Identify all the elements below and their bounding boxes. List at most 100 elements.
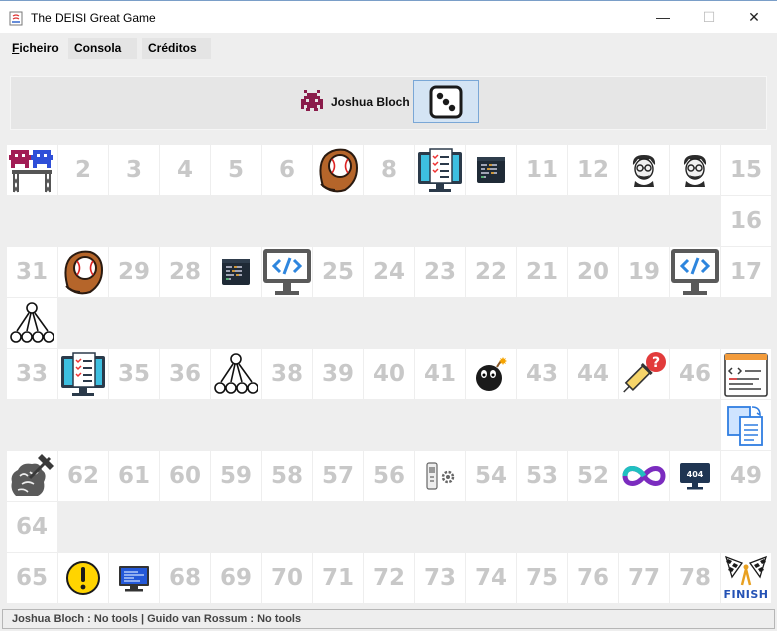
board-cell-63[interactable] [7, 451, 57, 501]
board-cell-5[interactable]: 5 [211, 145, 261, 195]
cell-number: 78 [678, 565, 711, 591]
board-cell-73[interactable]: 73 [415, 553, 465, 603]
cell-number: 52 [576, 463, 609, 489]
board-cell-60[interactable]: 60 [160, 451, 210, 501]
board-cell-61[interactable]: 61 [109, 451, 159, 501]
board-cell-42[interactable] [466, 349, 516, 399]
dice-icon [429, 85, 463, 118]
board-cell-39[interactable]: 39 [313, 349, 363, 399]
board-cell-56[interactable]: 56 [364, 451, 414, 501]
board-cell-18[interactable] [670, 247, 720, 297]
menu-creditos[interactable]: Créditos [142, 38, 211, 59]
board-cell-15[interactable]: 15 [721, 145, 771, 195]
board-cell-26[interactable] [262, 247, 312, 297]
board-cell-21[interactable]: 21 [517, 247, 567, 297]
board-cell-35[interactable]: 35 [109, 349, 159, 399]
cell-number: 54 [474, 463, 507, 489]
minimize-button[interactable]: — [640, 1, 686, 33]
board-cell-53[interactable]: 53 [517, 451, 567, 501]
board-cell-74[interactable]: 74 [466, 553, 516, 603]
board-cell-69[interactable]: 69 [211, 553, 261, 603]
board-cell-68[interactable]: 68 [160, 553, 210, 603]
board-cell-1[interactable] [7, 145, 57, 195]
board-cell-23[interactable]: 23 [415, 247, 465, 297]
board-cell-46[interactable]: 46 [670, 349, 720, 399]
board-cell-16[interactable]: 16 [721, 196, 771, 246]
board-cell-13[interactable] [619, 145, 669, 195]
board-cell-30[interactable] [58, 247, 108, 297]
code-document-icon [723, 350, 769, 398]
board-cell-44[interactable]: 44 [568, 349, 618, 399]
board-cell-45[interactable]: ? [619, 349, 669, 399]
board-cell-67[interactable] [109, 553, 159, 603]
board-cell-22[interactable]: 22 [466, 247, 516, 297]
board-cell-4[interactable]: 4 [160, 145, 210, 195]
board-cell-14[interactable] [670, 145, 720, 195]
board-cell-12[interactable]: 12 [568, 145, 618, 195]
board-cell-38[interactable]: 38 [262, 349, 312, 399]
board-cell-71[interactable]: 71 [313, 553, 363, 603]
board-cell-8[interactable]: 8 [364, 145, 414, 195]
cell-number: 11 [525, 157, 558, 183]
board-cell-47[interactable] [721, 349, 771, 399]
board-cell-59[interactable]: 59 [211, 451, 261, 501]
cell-number: 76 [576, 565, 609, 591]
board-cell-37[interactable] [211, 349, 261, 399]
board-cell-19[interactable]: 19 [619, 247, 669, 297]
roll-dice-button[interactable] [413, 80, 479, 123]
board-cell-41[interactable]: 41 [415, 349, 465, 399]
board-cell-40[interactable]: 40 [364, 349, 414, 399]
board-cell-11[interactable]: 11 [517, 145, 567, 195]
board-cell-36[interactable]: 36 [160, 349, 210, 399]
menu-ficheiro[interactable]: Ficheiro [6, 38, 65, 59]
board-cell-48[interactable] [721, 400, 771, 450]
board-cell-33[interactable]: 33 [7, 349, 57, 399]
board-cell-75[interactable]: 75 [517, 553, 567, 603]
board-cell-54[interactable]: 54 [466, 451, 516, 501]
cell-number: 73 [423, 565, 456, 591]
board-cell-52[interactable]: 52 [568, 451, 618, 501]
board-cell-62[interactable]: 62 [58, 451, 108, 501]
board-cell-24[interactable]: 24 [364, 247, 414, 297]
board-cell-51[interactable] [619, 451, 669, 501]
board-cell-27[interactable] [211, 247, 261, 297]
menu-bar: Ficheiro Consola Créditos [0, 33, 777, 64]
board-cell-34[interactable] [58, 349, 108, 399]
board-cell-77[interactable]: 77 [619, 553, 669, 603]
board-cell-28[interactable]: 28 [160, 247, 210, 297]
board-cell-58[interactable]: 58 [262, 451, 312, 501]
board-cell-76[interactable]: 76 [568, 553, 618, 603]
board-cell-57[interactable]: 57 [313, 451, 363, 501]
board-cell-3[interactable]: 3 [109, 145, 159, 195]
board-cell-9[interactable] [415, 145, 465, 195]
board-cell-78[interactable]: 78 [670, 553, 720, 603]
board-cell-79[interactable]: FINISH [721, 553, 771, 603]
board-cell-25[interactable]: 25 [313, 247, 363, 297]
board-cell-7[interactable] [313, 145, 363, 195]
board-cell-10[interactable] [466, 145, 516, 195]
maximize-button[interactable]: ☐ [686, 1, 732, 33]
menu-consola[interactable]: Consola [68, 38, 137, 59]
warning-exclamation-icon [65, 560, 101, 596]
board-cell-31[interactable]: 31 [7, 247, 57, 297]
board-cell-2[interactable]: 2 [58, 145, 108, 195]
board-cell-72[interactable]: 72 [364, 553, 414, 603]
board-cell-65[interactable]: 65 [7, 553, 57, 603]
board-cell-20[interactable]: 20 [568, 247, 618, 297]
status-text: Joshua Bloch : No tools | Guido van Ross… [12, 613, 302, 625]
board-cell-66[interactable] [58, 553, 108, 603]
cell-number: 44 [576, 361, 609, 387]
close-button[interactable]: ✕ [731, 1, 777, 33]
finish-label: FINISH [723, 588, 769, 601]
board-cell-17[interactable]: 17 [721, 247, 771, 297]
board-cell-43[interactable]: 43 [517, 349, 567, 399]
board-cell-55[interactable] [415, 451, 465, 501]
board-cell-50[interactable]: 404 [670, 451, 720, 501]
board-cell-32[interactable] [7, 298, 57, 348]
board-cell-29[interactable]: 29 [109, 247, 159, 297]
board-cell-49[interactable]: 49 [721, 451, 771, 501]
board-cell-6[interactable]: 6 [262, 145, 312, 195]
board-cell-64[interactable]: 64 [7, 502, 57, 552]
board-cell-70[interactable]: 70 [262, 553, 312, 603]
robot-gear-icon [423, 461, 457, 491]
